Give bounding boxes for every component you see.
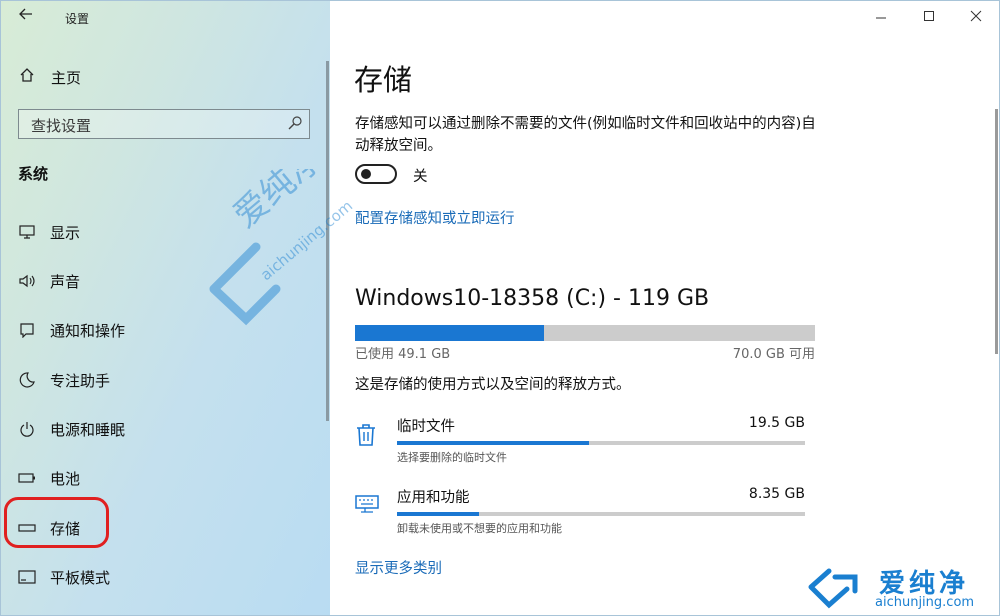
watermark: 爱纯净 aichunjing.com xyxy=(209,169,356,326)
sidebar-item-label: 平板模式 xyxy=(50,568,111,587)
moon-icon xyxy=(18,371,36,389)
maximize-button[interactable] xyxy=(914,7,944,26)
category-subtitle: 选择要删除的临时文件 xyxy=(397,451,507,464)
monitor-icon xyxy=(18,223,36,241)
minimize-icon xyxy=(876,17,886,19)
power-icon xyxy=(18,420,36,438)
sidebar-item-label: 专注助手 xyxy=(50,371,111,390)
category-usage-fill xyxy=(397,512,479,516)
app-title: 设置 xyxy=(65,12,90,26)
sidebar-item-label: 主页 xyxy=(51,68,82,87)
selection-highlight xyxy=(4,497,109,548)
category-size: 19.5 GB xyxy=(748,415,805,431)
back-button[interactable] xyxy=(15,6,37,28)
title-bar: 设置 xyxy=(1,1,330,35)
drive-usage-bar xyxy=(355,325,815,341)
section-title: 系统 xyxy=(18,165,49,183)
drive-title: Windows10-18358 (C:) - 119 GB xyxy=(355,286,710,311)
main-content: 存储 存储感知可以通过删除不需要的文件(例如临时文件和回收站中的内容)自动释放空… xyxy=(331,1,999,615)
tablet-icon xyxy=(18,568,36,586)
drive-available-label: 70.0 GB 可用 xyxy=(732,347,815,362)
sidebar-item-sound[interactable]: 声音 xyxy=(18,268,80,294)
battery-icon xyxy=(18,469,36,487)
storage-sense-description: 存储感知可以通过删除不需要的文件(例如临时文件和回收站中的内容)自动释放空间。 xyxy=(355,116,816,154)
minimize-button[interactable] xyxy=(866,7,896,26)
notification-icon xyxy=(18,321,36,339)
logo-url: aichunjing.com xyxy=(875,595,975,610)
category-usage-fill xyxy=(397,441,589,445)
maximize-icon xyxy=(924,11,934,21)
toggle-state-label: 关 xyxy=(413,169,428,185)
category-usage-bar xyxy=(397,441,805,445)
category-size: 8.35 GB xyxy=(748,486,805,502)
sidebar-item-label: 声音 xyxy=(50,272,81,291)
sidebar-item-label: 电源和睡眠 xyxy=(50,420,126,439)
sidebar-item-label: 电池 xyxy=(50,469,81,488)
sidebar-item-focus-assist[interactable]: 专注助手 xyxy=(18,367,110,393)
close-button[interactable] xyxy=(961,7,991,26)
home-icon xyxy=(19,67,37,87)
speaker-icon xyxy=(18,272,36,290)
category-name: 应用和功能 xyxy=(397,490,470,506)
settings-window: 设置 主页 查找设置 系统 显示 声音 通知和操作 专注助手 电源和睡眠 电池 … xyxy=(0,0,1000,616)
close-icon xyxy=(970,10,982,22)
category-name: 临时文件 xyxy=(397,419,455,435)
category-apps-features[interactable]: 应用和功能 8.35 GB 卸载未使用或不想要的应用和功能 xyxy=(355,486,815,546)
sidebar-item-notifications[interactable]: 通知和操作 xyxy=(18,317,125,343)
search-icon xyxy=(287,115,303,131)
drive-description: 这是存储的使用方式以及空间的释放方式。 xyxy=(355,377,631,393)
search-input[interactable]: 查找设置 xyxy=(18,109,310,139)
sidebar-item-label: 显示 xyxy=(50,223,81,242)
page-title: 存储 xyxy=(354,63,413,97)
sidebar-item-battery[interactable]: 电池 xyxy=(18,465,80,491)
show-more-categories-link[interactable]: 显示更多类别 xyxy=(355,557,442,578)
category-subtitle: 卸载未使用或不想要的应用和功能 xyxy=(397,522,562,535)
sidebar-item-label: 通知和操作 xyxy=(50,321,126,340)
sidebar-item-display[interactable]: 显示 xyxy=(18,219,80,245)
trash-icon xyxy=(355,423,379,447)
category-temp-files[interactable]: 临时文件 19.5 GB 选择要删除的临时文件 xyxy=(355,415,815,475)
brand-logo: 爱纯净 aichunjing.com xyxy=(801,563,997,615)
main-scrollbar[interactable] xyxy=(995,109,998,354)
logo-mark xyxy=(808,568,858,609)
keyboard-icon xyxy=(355,494,379,518)
sidebar-item-home[interactable]: 主页 xyxy=(19,65,81,89)
category-usage-bar xyxy=(397,512,805,516)
search-placeholder: 查找设置 xyxy=(31,117,92,135)
back-arrow-icon xyxy=(19,8,32,20)
sidebar-item-power[interactable]: 电源和睡眠 xyxy=(18,416,125,442)
sidebar-item-tablet-mode[interactable]: 平板模式 xyxy=(18,564,110,590)
